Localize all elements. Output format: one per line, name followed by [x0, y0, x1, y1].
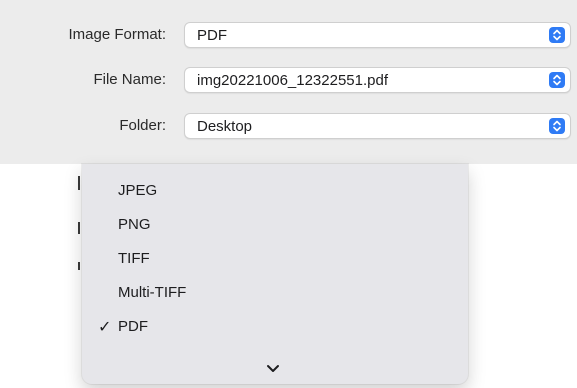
file-name-popup[interactable]: img20221006_12322551.pdf [184, 67, 571, 93]
background-window-edge [78, 262, 80, 270]
folder-label: Folder: [119, 117, 166, 134]
menu-item-pdf[interactable]: ✓ PDF [82, 310, 468, 344]
image-format-menu: JPEG PNG TIFF Multi-TIFF ✓ PDF [82, 164, 468, 384]
menu-item-multi-tiff[interactable]: Multi-TIFF [82, 276, 468, 310]
image-format-row: Image Format: PDF [0, 17, 577, 53]
chevron-down-icon[interactable] [265, 362, 281, 374]
background-window-edge [78, 176, 80, 190]
folder-popup[interactable]: Desktop [184, 113, 571, 139]
menu-item-label: TIFF [118, 250, 150, 267]
menu-item-jpeg[interactable]: JPEG [82, 174, 468, 208]
save-scanned-image-dialog: Image Format: PDF File Name: img20221006… [0, 0, 577, 388]
image-format-label: Image Format: [68, 26, 166, 43]
image-format-popup[interactable]: PDF [184, 22, 571, 48]
file-name-row: File Name: img20221006_12322551.pdf [0, 62, 577, 98]
updown-stepper-icon [549, 118, 565, 134]
folder-row: Folder: Desktop [0, 108, 577, 144]
updown-stepper-icon [549, 27, 565, 43]
updown-stepper-icon [549, 72, 565, 88]
image-format-value: PDF [197, 27, 227, 44]
menu-item-label: JPEG [118, 182, 158, 199]
checkmark-icon: ✓ [98, 319, 112, 336]
menu-item-label: PNG [118, 216, 151, 233]
background-window-edge [78, 222, 80, 234]
menu-item-label: Multi-TIFF [118, 284, 187, 301]
folder-value: Desktop [197, 118, 253, 135]
settings-panel: Image Format: PDF File Name: img20221006… [0, 0, 577, 164]
menu-item-tiff[interactable]: TIFF [82, 242, 468, 276]
file-name-label: File Name: [93, 71, 166, 88]
menu-item-png[interactable]: PNG [82, 208, 468, 242]
menu-item-label: PDF [118, 318, 148, 335]
file-name-value: img20221006_12322551.pdf [197, 72, 389, 89]
